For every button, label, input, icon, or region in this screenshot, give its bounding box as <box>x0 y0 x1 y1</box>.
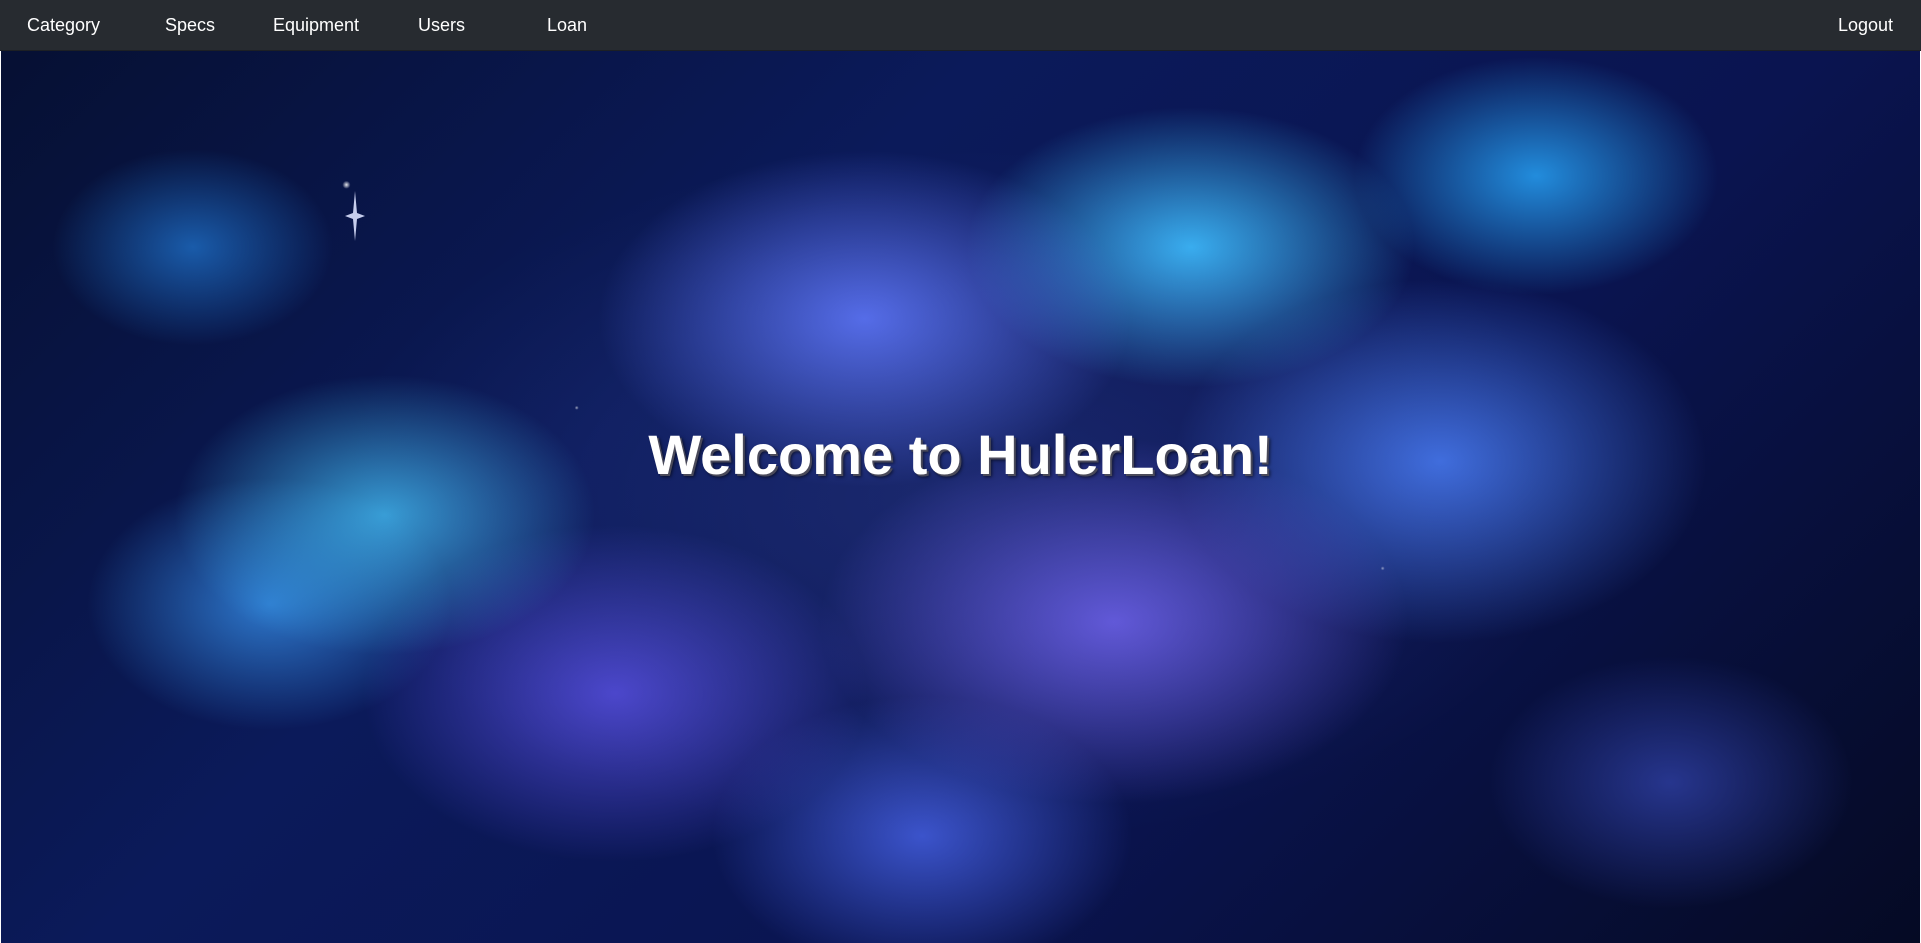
top-navbar: Category Specs Equipment Users Loan Logo… <box>0 0 1921 51</box>
sparkle-star-icon <box>345 191 365 241</box>
nav-users-link[interactable]: Users <box>418 0 465 50</box>
nav-category-link[interactable]: Category <box>27 0 100 50</box>
hero-glow-overlay <box>1 51 1920 943</box>
hero-background-image: Welcome to HulerLoan! <box>1 51 1920 943</box>
nav-equipment-link[interactable]: Equipment <box>273 0 359 50</box>
nav-specs-link[interactable]: Specs <box>165 0 215 50</box>
nav-loan-link[interactable]: Loan <box>547 0 587 50</box>
welcome-heading: Welcome to HulerLoan! <box>648 423 1273 486</box>
logout-link[interactable]: Logout <box>1838 0 1893 50</box>
